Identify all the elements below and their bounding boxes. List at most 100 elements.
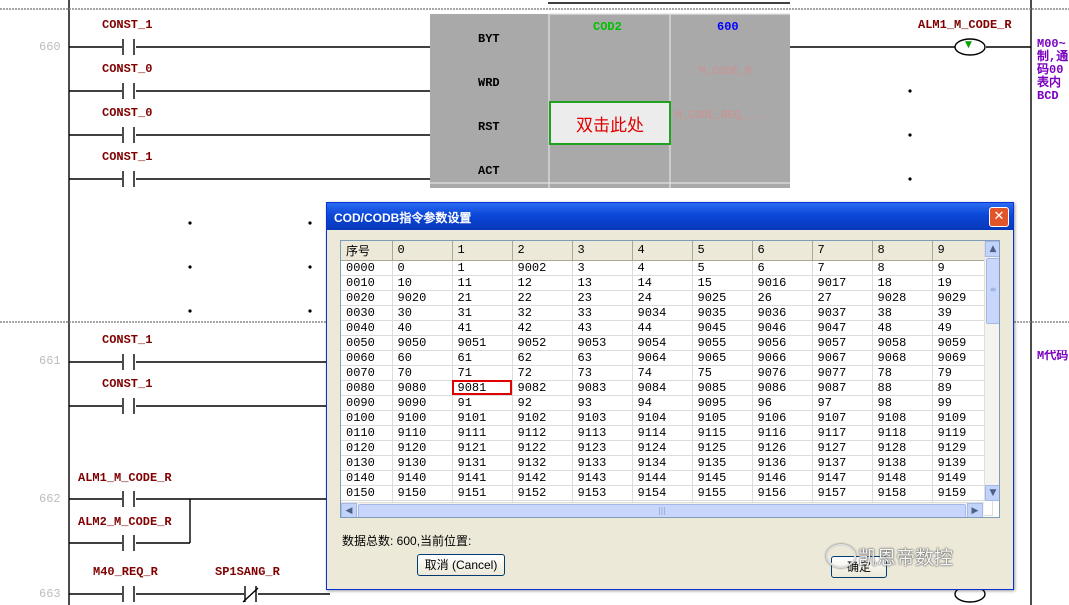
code-cell[interactable]: 33 — [572, 305, 633, 321]
code-cell[interactable]: 9035 — [692, 305, 753, 321]
scroll-left-icon[interactable]: ◀ — [341, 503, 357, 517]
code-cell[interactable]: 91 — [452, 395, 513, 411]
code-cell[interactable]: 9153 — [572, 485, 633, 501]
code-cell[interactable]: 9085 — [692, 380, 753, 396]
contact-label[interactable]: ALM1_M_CODE_R — [78, 471, 172, 485]
code-cell[interactable]: 14 — [632, 275, 693, 291]
code-cell[interactable]: 99 — [932, 395, 993, 411]
contact-label[interactable]: ALM2_M_CODE_R — [78, 515, 172, 529]
code-cell[interactable]: 9125 — [692, 440, 753, 456]
code-cell[interactable]: 22 — [512, 290, 573, 306]
code-cell[interactable]: 9112 — [512, 425, 573, 441]
code-cell[interactable]: 9002 — [512, 260, 573, 276]
code-cell[interactable]: 9036 — [752, 305, 813, 321]
horizontal-scrollbar[interactable]: ◀ ||| ▶ — [341, 502, 984, 517]
code-cell[interactable]: 97 — [812, 395, 873, 411]
code-cell[interactable]: 21 — [452, 290, 513, 306]
code-cell[interactable]: 9124 — [632, 440, 693, 456]
code-cell[interactable]: 38 — [872, 305, 933, 321]
code-cell[interactable]: 9140 — [392, 470, 453, 486]
code-cell[interactable]: 23 — [572, 290, 633, 306]
code-cell[interactable]: 9156 — [752, 485, 813, 501]
code-cell[interactable]: 75 — [692, 365, 753, 381]
scroll-down-icon[interactable]: ▼ — [985, 485, 999, 501]
code-cell[interactable]: 9064 — [632, 350, 693, 366]
contact-label[interactable]: CONST_0 — [102, 62, 152, 76]
code-cell[interactable]: 7 — [812, 260, 873, 276]
code-cell[interactable]: 61 — [452, 350, 513, 366]
code-cell[interactable]: 9103 — [572, 410, 633, 426]
code-cell[interactable]: 11 — [452, 275, 513, 291]
code-cell[interactable]: 9122 — [512, 440, 573, 456]
code-cell[interactable]: 1 — [452, 260, 513, 276]
code-cell[interactable]: 9025 — [692, 290, 753, 306]
code-cell[interactable]: 9121 — [452, 440, 513, 456]
code-cell[interactable]: 9114 — [632, 425, 693, 441]
code-cell[interactable]: 98 — [872, 395, 933, 411]
code-cell[interactable]: 9101 — [452, 410, 513, 426]
code-cell[interactable]: 9107 — [812, 410, 873, 426]
code-cell[interactable]: 3 — [572, 260, 633, 276]
code-cell[interactable]: 9123 — [572, 440, 633, 456]
code-cell[interactable]: 9132 — [512, 455, 573, 471]
code-cell[interactable]: 9050 — [392, 335, 453, 351]
code-cell[interactable]: 13 — [572, 275, 633, 291]
code-cell[interactable]: 9143 — [572, 470, 633, 486]
code-cell[interactable]: 27 — [812, 290, 873, 306]
code-cell[interactable]: 9087 — [812, 380, 873, 396]
close-icon[interactable]: ✕ — [989, 207, 1009, 227]
code-cell[interactable]: 60 — [392, 350, 453, 366]
code-cell[interactable]: 9 — [932, 260, 993, 276]
code-cell[interactable]: 6 — [752, 260, 813, 276]
code-cell[interactable]: 9080 — [392, 380, 453, 396]
code-cell[interactable]: 9149 — [932, 470, 993, 486]
code-cell[interactable]: 9157 — [812, 485, 873, 501]
code-cell[interactable]: 9118 — [872, 425, 933, 441]
vertical-scroll-thumb[interactable]: ≡ — [986, 258, 999, 324]
code-cell[interactable]: 9130 — [392, 455, 453, 471]
code-cell[interactable]: 9137 — [812, 455, 873, 471]
code-cell[interactable]: 9028 — [872, 290, 933, 306]
column-header[interactable]: 7 — [812, 241, 873, 261]
code-cell[interactable]: 9126 — [752, 440, 813, 456]
code-cell[interactable]: 92 — [512, 395, 573, 411]
contact-label[interactable]: CONST_1 — [102, 18, 152, 32]
code-cell[interactable]: 9082 — [512, 380, 573, 396]
code-cell[interactable]: 42 — [512, 320, 573, 336]
code-cell[interactable]: 9119 — [932, 425, 993, 441]
contact-label[interactable]: SP1SANG_R — [215, 565, 280, 579]
code-cell[interactable]: 9105 — [692, 410, 753, 426]
column-header[interactable]: 4 — [632, 241, 693, 261]
code-cell[interactable]: 39 — [932, 305, 993, 321]
column-header[interactable]: 6 — [752, 241, 813, 261]
code-cell[interactable]: 78 — [872, 365, 933, 381]
code-cell[interactable]: 9131 — [452, 455, 513, 471]
code-cell[interactable]: 12 — [512, 275, 573, 291]
code-cell[interactable]: 74 — [632, 365, 693, 381]
code-cell[interactable]: 9100 — [392, 410, 453, 426]
code-cell[interactable]: 9152 — [512, 485, 573, 501]
contact-label[interactable]: CONST_1 — [102, 377, 152, 391]
code-cell[interactable]: 9158 — [872, 485, 933, 501]
code-cell[interactable]: 9067 — [812, 350, 873, 366]
code-cell[interactable]: 9150 — [392, 485, 453, 501]
code-cell[interactable]: 0 — [392, 260, 453, 276]
code-cell[interactable]: 9069 — [932, 350, 993, 366]
code-cell[interactable]: 9138 — [872, 455, 933, 471]
code-cell[interactable]: 9045 — [692, 320, 753, 336]
code-cell[interactable]: 9134 — [632, 455, 693, 471]
code-cell[interactable]: 79 — [932, 365, 993, 381]
column-header[interactable]: 0 — [392, 241, 453, 261]
code-cell[interactable]: 9081 — [452, 380, 513, 396]
code-cell[interactable]: 9083 — [572, 380, 633, 396]
code-cell[interactable]: 9144 — [632, 470, 693, 486]
code-cell[interactable]: 9016 — [752, 275, 813, 291]
code-cell[interactable]: 9052 — [512, 335, 573, 351]
code-cell[interactable]: 9029 — [932, 290, 993, 306]
code-cell[interactable]: 9139 — [932, 455, 993, 471]
code-cell[interactable]: 9110 — [392, 425, 453, 441]
code-cell[interactable]: 9054 — [632, 335, 693, 351]
code-cell[interactable]: 72 — [512, 365, 573, 381]
code-cell[interactable]: 9037 — [812, 305, 873, 321]
column-header[interactable]: 8 — [872, 241, 933, 261]
